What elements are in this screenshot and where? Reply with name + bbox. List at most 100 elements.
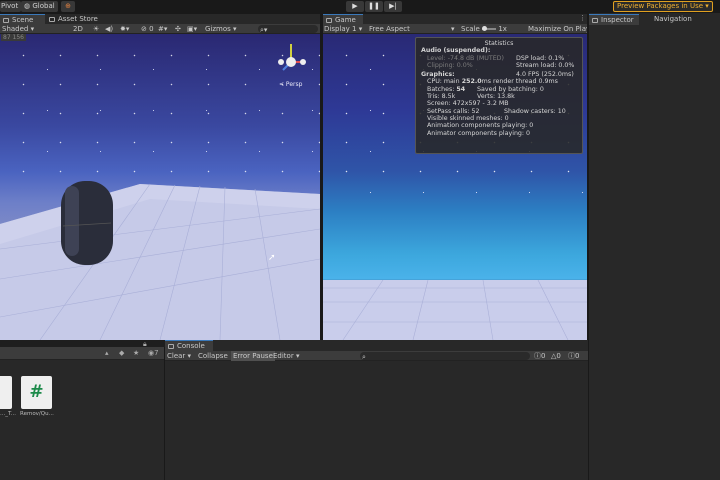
- animation-components: Animation components playing: 0: [427, 122, 534, 130]
- grid-icon[interactable]: #▾: [158, 24, 167, 34]
- csharp-script-icon[interactable]: #: [21, 376, 52, 409]
- gizmos-dropdown[interactable]: Gizmos ▾: [205, 24, 237, 34]
- mouse-cursor-icon: ➚: [268, 253, 276, 263]
- script-asset-icon[interactable]: [0, 376, 12, 409]
- 2d-toggle[interactable]: 2D: [73, 24, 83, 34]
- chevron-down-icon[interactable]: ▾: [451, 24, 455, 34]
- pause-icon: ❚❚: [368, 2, 380, 10]
- tab-inspector[interactable]: Inspector: [589, 14, 639, 25]
- fps-readout: 4.0 FPS (252.0ms): [516, 71, 574, 79]
- gizmos-label: Gizmos: [205, 25, 231, 33]
- more-options-icon[interactable]: ⋮: [579, 14, 586, 22]
- cpu-prefix: CPU: main: [427, 78, 460, 86]
- statistics-panel: Statistics Audio (suspended): Level: -74…: [415, 37, 583, 154]
- info-icon: ⓘ: [534, 352, 541, 360]
- audio-header: Audio (suspended):: [421, 47, 491, 55]
- editor-label: Editor: [273, 352, 294, 360]
- scene-search-input[interactable]: ⌕▾: [258, 25, 318, 34]
- gamepad-icon: [326, 18, 332, 23]
- console-icon: [168, 344, 174, 349]
- scene-toolbar: Shaded ▾ 2D ☀ ◀) ✸▾ ⊘ 0 #▾ ✣ ▣▾ Gizmos ▾…: [0, 24, 320, 34]
- tris-readout: Tris: 8.5k: [427, 93, 456, 101]
- clear-button[interactable]: Clear ▾: [167, 351, 191, 361]
- pivot-toggle[interactable]: Pivot: [0, 1, 22, 12]
- main-toolbar: Pivot ◍ Global ⊕ ▶ ❚❚ ▶| Preview Package…: [0, 0, 720, 13]
- hidden-objects-icon[interactable]: ⊘ 0: [141, 24, 154, 34]
- shading-mode-label: Shaded: [2, 25, 29, 33]
- play-button[interactable]: ▶: [346, 1, 364, 12]
- stream-load: Stream load: 0.0%: [516, 61, 575, 69]
- camera-icon[interactable]: ▣▾: [187, 24, 197, 34]
- inspector-tab-bar: Inspector Navigation: [589, 14, 720, 25]
- hidden-count[interactable]: ◉7: [148, 349, 159, 357]
- console-search-input[interactable]: ⌕: [360, 352, 530, 361]
- cpu-readout: CPU: main 252.0ms render thread 0.9ms: [421, 78, 577, 85]
- display-dropdown[interactable]: Display 1 ▾: [324, 24, 362, 34]
- globe-icon: ◍: [24, 2, 31, 10]
- cpu-suffix: ms render thread 0.9ms: [481, 78, 558, 86]
- play-icon: ▶: [352, 2, 358, 10]
- graphics-header: Graphics:: [421, 71, 455, 79]
- audio-clipping: Clipping: 0.0%: [427, 61, 473, 69]
- pause-button[interactable]: ❚❚: [365, 1, 383, 12]
- hidden-count-value: 7: [154, 349, 159, 357]
- global-toggle[interactable]: ◍ Global: [21, 1, 58, 12]
- warning-count[interactable]: △0: [551, 351, 561, 361]
- lock-icon[interactable]: 🔒︎: [143, 340, 147, 349]
- info-count[interactable]: ⓘ0: [534, 351, 545, 361]
- error-pause-toggle[interactable]: Error Pause: [231, 351, 275, 361]
- axis-gizmo-icon: [278, 44, 306, 71]
- maximize-on-play-toggle[interactable]: Maximize On Play: [528, 24, 590, 34]
- tab-navigation-label: Navigation: [654, 15, 692, 23]
- console-toolbar: Clear ▾ Collapse Error Pause Editor ▾ ⌕ …: [165, 351, 588, 361]
- scene-view[interactable]: 87 156 ➚ < Persp: [0, 34, 320, 340]
- effects-icon[interactable]: ✸▾: [120, 24, 129, 34]
- error-count[interactable]: ⓘ0: [568, 351, 579, 361]
- chevron-down-icon: ▾: [705, 2, 709, 10]
- dsp-load: DSP load: 0.1%: [516, 54, 565, 62]
- shading-mode-dropdown[interactable]: Shaded ▾: [2, 24, 34, 34]
- snap-settings-icon[interactable]: ⊕: [61, 1, 75, 12]
- console-tab-bar: Console: [165, 340, 588, 351]
- game-toolbar: Display 1 ▾ Free Aspect ▾ Scale 1x Maxim…: [323, 24, 590, 34]
- preview-packages-button[interactable]: Preview Packages in Use ▾: [613, 1, 713, 12]
- store-icon: [49, 17, 55, 22]
- audio-icon[interactable]: ◀): [105, 24, 113, 34]
- info-count-value: 0: [541, 352, 546, 360]
- collapse-toggle[interactable]: Collapse: [198, 351, 228, 361]
- scale-slider-thumb[interactable]: [482, 26, 488, 31]
- batches-value: 54: [456, 85, 466, 93]
- global-label: Global: [32, 2, 55, 10]
- capsule-object[interactable]: [55, 178, 120, 268]
- tab-navigation[interactable]: Navigation: [643, 14, 699, 25]
- aspect-label: Free Aspect: [369, 25, 410, 33]
- editor-dropdown[interactable]: Editor ▾: [273, 351, 299, 361]
- saved-by-batching: Saved by batching: 0: [477, 85, 544, 93]
- tab-inspector-label: Inspector: [601, 16, 634, 24]
- pivot-label: Pivot: [1, 2, 19, 10]
- favorite-icon[interactable]: ★: [133, 349, 139, 357]
- filter-icon[interactable]: ▴: [105, 349, 109, 357]
- label-icon[interactable]: ◆: [119, 349, 124, 357]
- verts-readout: Verts: 13.8k: [477, 93, 515, 101]
- scene-orientation-gizmo[interactable]: [273, 40, 313, 82]
- tab-asset-store-label: Asset Store: [58, 15, 98, 23]
- aspect-dropdown[interactable]: Free Aspect: [369, 24, 410, 34]
- animator-components: Animator components playing: 0: [427, 129, 531, 137]
- persp-label[interactable]: < Persp: [279, 81, 302, 88]
- maximize-label: Maximize On Play: [528, 25, 591, 33]
- tab-console[interactable]: Console: [165, 340, 213, 351]
- error-pause-label: Error Pause: [233, 352, 273, 360]
- tools-icon[interactable]: ✣: [175, 24, 181, 34]
- lighting-icon[interactable]: ☀: [93, 24, 99, 34]
- error-count-value: 0: [575, 352, 580, 360]
- tab-game-label: Game: [335, 16, 356, 24]
- scene-icon: [3, 18, 9, 23]
- scale-slider[interactable]: Scale 1x: [461, 24, 507, 34]
- step-icon: ▶|: [389, 2, 397, 10]
- scale-value: 1x: [498, 25, 507, 33]
- display-label: Display 1: [324, 25, 357, 33]
- step-button[interactable]: ▶|: [384, 1, 402, 12]
- chevron-down-icon: ▾: [30, 25, 35, 33]
- inspector-panel: Inspector Navigation: [589, 13, 720, 480]
